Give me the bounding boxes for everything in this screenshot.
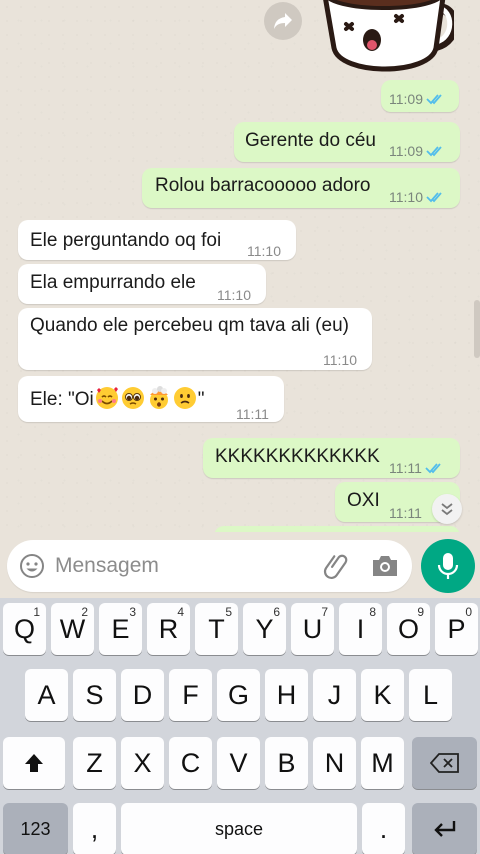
key-l[interactable]: L — [409, 669, 452, 721]
message-text: Rolou barracooooo adoro — [155, 175, 371, 196]
key-k[interactable]: K — [361, 669, 404, 721]
key-s[interactable]: S — [73, 669, 116, 721]
backspace-icon — [429, 753, 459, 773]
message-text: KKKKKKKKKKKKK — [215, 446, 380, 467]
backspace-key[interactable] — [412, 737, 477, 789]
space-key[interactable]: space — [121, 803, 357, 854]
message-bubble-outgoing[interactable]: KKKKKKKKKKKKK 11:11 — [203, 438, 460, 478]
return-key[interactable] — [412, 803, 477, 854]
message-text: OXI — [347, 490, 380, 511]
message-bubble-incoming[interactable]: Ela empurrando ele 11:10 — [18, 264, 266, 304]
mic-button[interactable] — [421, 539, 475, 593]
key-h[interactable]: H — [265, 669, 308, 721]
key-i[interactable]: I8 — [339, 603, 382, 655]
key-v[interactable]: V — [217, 737, 260, 789]
shift-key[interactable] — [3, 737, 65, 789]
key-e[interactable]: E3 — [99, 603, 142, 655]
key-g[interactable]: G — [217, 669, 260, 721]
period-key[interactable]: . — [362, 803, 405, 854]
message-bubble-incoming[interactable]: Quando ele percebeu qm tava ali (eu) 11:… — [18, 308, 372, 370]
message-time: 11:09 — [389, 143, 423, 159]
exploding-head-icon — [149, 386, 168, 409]
key-t[interactable]: T5 — [195, 603, 238, 655]
message-input-container[interactable] — [7, 540, 412, 592]
key-d[interactable]: D — [121, 669, 164, 721]
keyboard: Q1 W2 E3 R4 T5 Y6 U7 I8 O9 P0 A S D F G … — [0, 598, 480, 854]
key-w[interactable]: W2 — [51, 603, 94, 655]
pleading-face-icon — [121, 387, 144, 409]
read-check-icon — [426, 94, 442, 105]
camera-icon[interactable] — [371, 553, 399, 579]
message-text: Ele: "Oi " — [30, 386, 205, 412]
message-time: 11:11 — [236, 406, 269, 422]
key-x[interactable]: X — [121, 737, 164, 789]
emoji-icon[interactable] — [19, 553, 45, 579]
message-time: 11:11 — [389, 460, 422, 476]
message-time: 11:11 — [389, 505, 422, 521]
message-text-suffix: " — [197, 389, 205, 410]
key-a[interactable]: A — [25, 669, 68, 721]
message-time: 11:10 — [247, 243, 281, 259]
message-text-prefix: Ele: "Oi — [30, 389, 94, 410]
key-f[interactable]: F — [169, 669, 212, 721]
forward-button[interactable] — [264, 2, 302, 40]
scroll-indicator — [474, 300, 480, 358]
key-u[interactable]: U7 — [291, 603, 334, 655]
shift-icon — [25, 754, 43, 772]
key-z[interactable]: Z — [73, 737, 116, 789]
key-y[interactable]: Y6 — [243, 603, 286, 655]
sticker-time-bubble: 11:09 — [381, 80, 459, 112]
mic-icon — [437, 553, 459, 579]
message-text: Quando ele percebeu qm tava ali (eu) — [30, 315, 349, 336]
message-bubble-incoming[interactable]: Ele perguntando oq foi 11:10 — [18, 220, 296, 260]
message-text: Ela empurrando ele — [30, 272, 196, 293]
slightly-frowning-face-icon — [173, 387, 196, 409]
message-time: 11:09 — [389, 91, 423, 107]
scroll-to-bottom-button[interactable] — [432, 494, 462, 524]
message-input[interactable] — [55, 550, 315, 582]
message-time: 11:10 — [217, 287, 251, 303]
key-r[interactable]: R4 — [147, 603, 190, 655]
key-b[interactable]: B — [265, 737, 308, 789]
chat-area[interactable]: 11:09 Gerente do céu 11:09 Rolou barraco… — [0, 0, 480, 540]
message-bubble-outgoing[interactable]: Gerente do céu 11:09 — [234, 122, 460, 162]
numbers-key[interactable]: 123 — [3, 803, 68, 854]
key-o[interactable]: O9 — [387, 603, 430, 655]
comma-key[interactable]: , — [73, 803, 116, 854]
message-time: 11:10 — [389, 189, 423, 205]
message-bubble-outgoing[interactable]: Rolou barracooooo adoro 11:10 — [142, 168, 460, 208]
double-chevron-down-icon — [441, 503, 453, 516]
key-m[interactable]: M — [361, 737, 404, 789]
message-time: 11:10 — [323, 352, 357, 368]
message-text: Ele perguntando oq foi — [30, 230, 222, 251]
key-q[interactable]: Q1 — [3, 603, 46, 655]
return-icon — [433, 821, 455, 837]
read-check-icon — [426, 192, 442, 203]
key-c[interactable]: C — [169, 737, 212, 789]
key-j[interactable]: J — [313, 669, 356, 721]
smiling-face-with-hearts-icon — [95, 387, 118, 409]
coffee-cup-sticker[interactable] — [318, 0, 454, 78]
message-bubble-incoming[interactable]: Ele: "Oi " 11:11 — [18, 376, 284, 422]
read-check-icon — [426, 146, 442, 157]
forward-icon — [274, 13, 292, 29]
attach-icon[interactable] — [323, 552, 351, 580]
key-p[interactable]: P0 — [435, 603, 478, 655]
key-n[interactable]: N — [313, 737, 356, 789]
read-check-icon — [425, 463, 441, 474]
message-text: Gerente do céu — [245, 130, 376, 151]
composer-bar — [0, 532, 480, 598]
